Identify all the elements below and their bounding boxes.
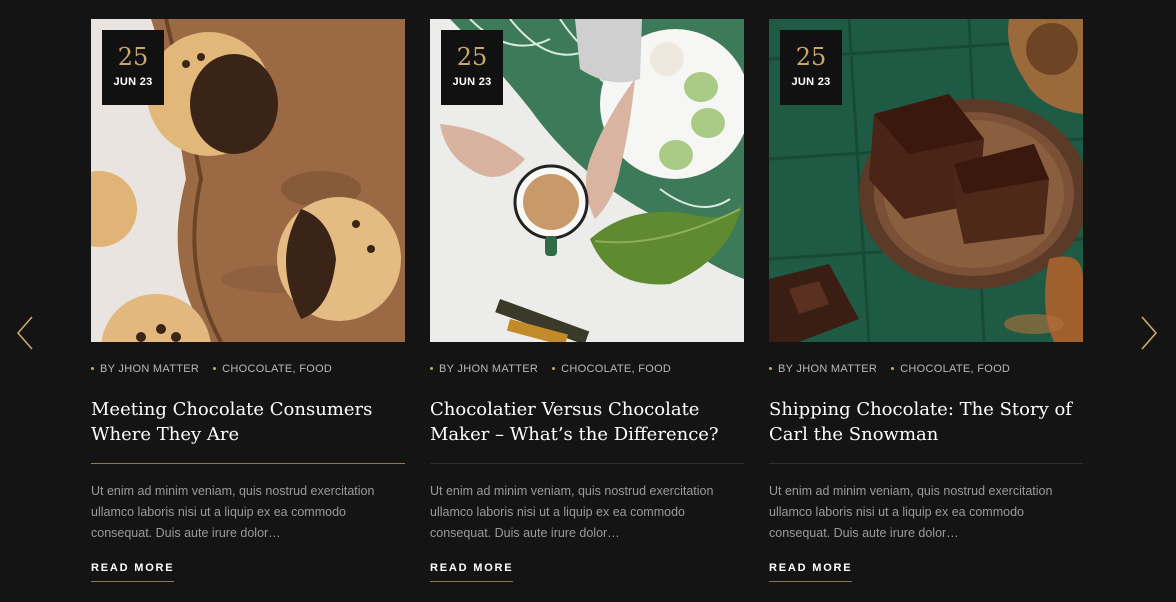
post-meta: BY JHON MATTER CHOCOLATE, FOOD [91,363,405,379]
bullet-icon [91,366,94,370]
post-categories[interactable]: CHOCOLATE, FOOD [561,363,671,375]
post-title-line: Shipping Chocolate: The Story of [769,399,1072,420]
post-title[interactable]: Chocolatier Versus Chocolate Maker – Wha… [430,397,744,447]
post-title-line: Meeting Chocolate Consumers [91,399,373,420]
post-image-muffins[interactable]: 25 JUN 23 [91,19,405,342]
date-month: JUN 23 [452,76,492,88]
post-title-line: Where They Are [91,424,240,445]
blog-card: 25 JUN 23 BY JHON MATTER CHOCOLATE, FOOD … [769,19,1083,582]
post-excerpt: Ut enim ad minim veniam, quis nostrud ex… [769,484,1053,540]
bullet-icon [891,366,895,370]
date-day: 25 [456,43,488,71]
post-meta: BY JHON MATTER CHOCOLATE, FOOD [769,363,1083,379]
post-excerpt: Ut enim ad minim veniam, quis nostrud ex… [91,484,375,540]
bullet-icon [552,366,556,370]
blog-card: 25 JUN 23 BY JHON MATTER CHOCOLATE, FOOD … [430,19,744,582]
divider [91,463,405,464]
divider [769,463,1083,464]
post-title[interactable]: Meeting Chocolate Consumers Where They A… [91,397,405,447]
post-image-brownies[interactable]: 25 JUN 23 [769,19,1083,342]
date-month: JUN 23 [113,76,153,88]
read-more-link[interactable]: READ MORE [430,562,514,582]
post-title-line: Chocolatier Versus Chocolate [430,399,700,420]
post-author[interactable]: BY JHON MATTER [778,363,877,375]
post-title[interactable]: Shipping Chocolate: The Story of Carl th… [769,397,1083,447]
post-author[interactable]: BY JHON MATTER [439,363,538,375]
date-day: 25 [117,43,149,71]
post-categories[interactable]: CHOCOLATE, FOOD [222,363,332,375]
bullet-icon [769,366,772,370]
bullet-icon [213,366,217,370]
post-author[interactable]: BY JHON MATTER [100,363,199,375]
date-month: JUN 23 [791,76,831,88]
date-badge: 25 JUN 23 [441,30,503,105]
post-title-line: Maker – What’s the Difference? [430,424,719,445]
divider [430,463,744,464]
date-badge: 25 JUN 23 [780,30,842,105]
carousel-next-button[interactable] [1140,316,1158,350]
chevron-left-icon [16,316,33,350]
read-more-link[interactable]: READ MORE [769,562,853,582]
chevron-right-icon [1141,316,1158,350]
date-day: 25 [795,43,827,71]
post-meta: BY JHON MATTER CHOCOLATE, FOOD [430,363,744,379]
post-title-line: Carl the Snowman [769,424,939,445]
post-categories[interactable]: CHOCOLATE, FOOD [900,363,1010,375]
post-excerpt: Ut enim ad minim veniam, quis nostrud ex… [430,484,714,540]
post-image-coffee[interactable]: 25 JUN 23 [430,19,744,342]
bullet-icon [430,366,433,370]
date-badge: 25 JUN 23 [102,30,164,105]
carousel-prev-button[interactable] [16,316,34,350]
read-more-link[interactable]: READ MORE [91,562,175,582]
blog-card: 25 JUN 23 BY JHON MATTER CHOCOLATE, FOOD … [91,19,405,582]
